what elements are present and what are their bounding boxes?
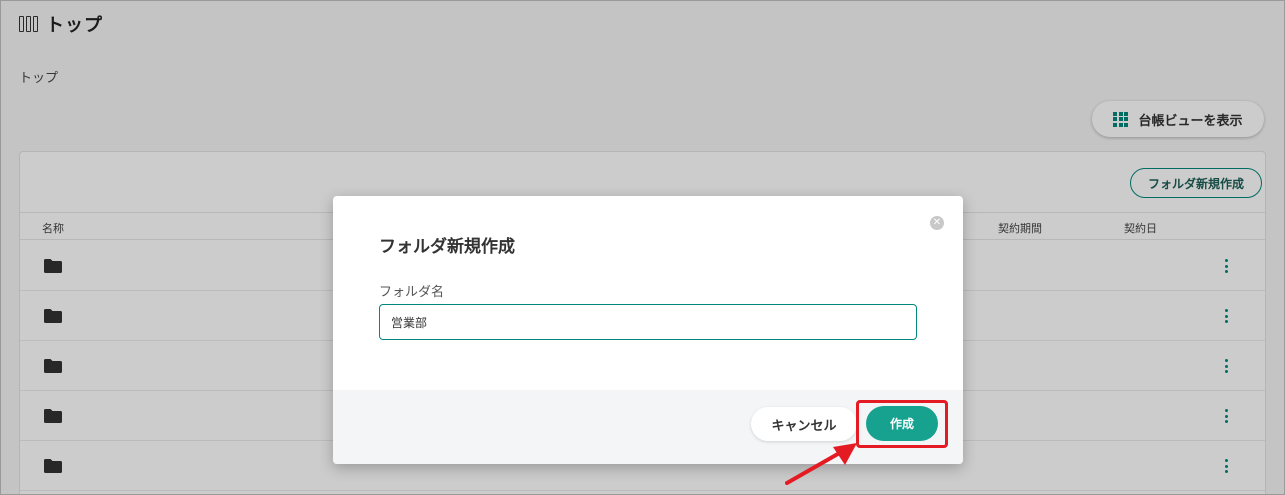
folder-name-input[interactable] xyxy=(379,304,917,340)
dialog-title: フォルダ新規作成 xyxy=(379,237,515,257)
dialog-footer: キャンセル 作成 xyxy=(333,390,963,464)
create-button[interactable]: 作成 xyxy=(866,406,938,441)
arrow-annotation-icon xyxy=(785,443,857,485)
folder-name-label: フォルダ名 xyxy=(379,285,445,300)
app-frame: トップ トップ 台帳ビューを表示 フォルダ新規作成 名称 契約期間 契約日 フォ… xyxy=(0,0,1285,495)
new-folder-dialog: フォルダ新規作成 ✕ フォルダ名 キャンセル 作成 xyxy=(333,196,963,464)
cancel-button[interactable]: キャンセル xyxy=(751,407,857,441)
close-icon[interactable]: ✕ xyxy=(930,216,944,230)
